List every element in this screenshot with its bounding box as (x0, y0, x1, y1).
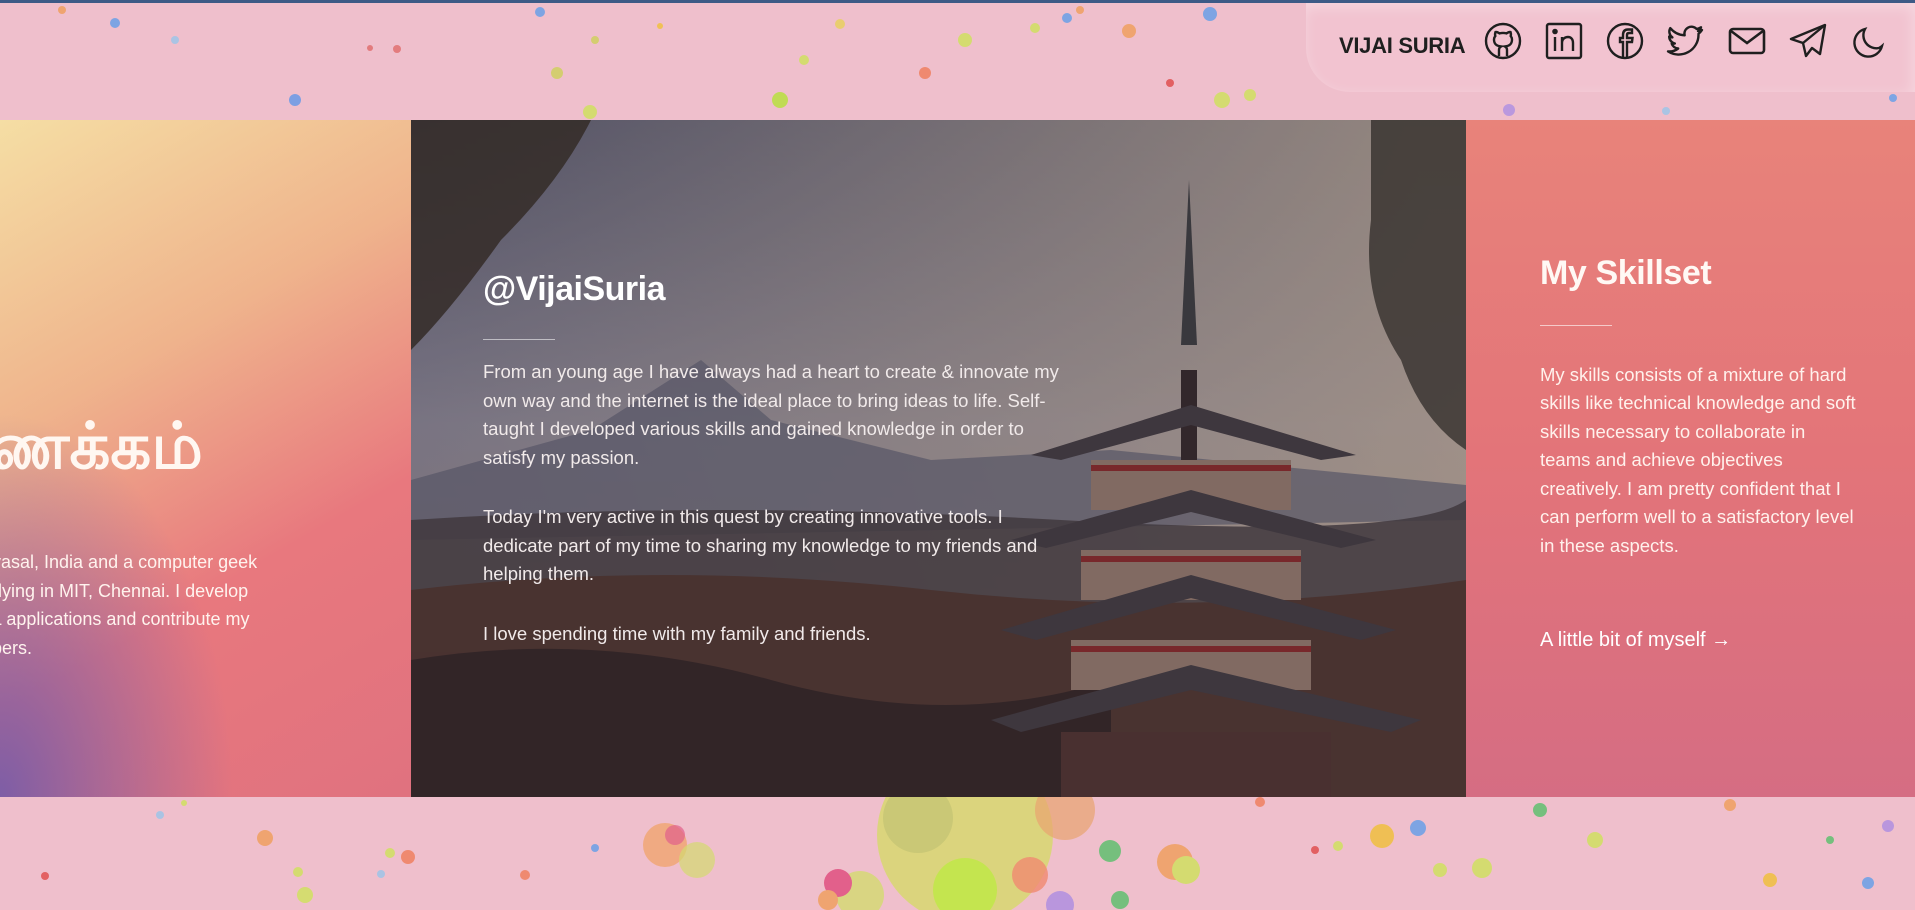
skillset-description: My skills consists of a mixture of hard … (1540, 363, 1856, 556)
intro-line: vasal, India and a computer geek (0, 552, 258, 572)
about-panel: @VijaiSuria From an young age I have alw… (411, 120, 1466, 797)
github-icon[interactable] (1482, 20, 1523, 62)
intro-line: L applications and contribute my (0, 609, 250, 629)
twitter-icon[interactable] (1665, 20, 1706, 62)
moon-icon[interactable] (1848, 20, 1889, 62)
brand-name[interactable]: VIJAI SURIA (1339, 33, 1466, 59)
intro-text: vasal, India and a computer geek dying i… (0, 548, 322, 662)
handle-heading: @VijaiSuria (483, 270, 666, 308)
welcome-heading: ணக்கம் (0, 410, 203, 484)
mail-icon[interactable] (1726, 20, 1767, 62)
telegram-icon[interactable] (1787, 20, 1828, 62)
welcome-panel: ணக்கம் vasal, India and a computer geek … (0, 120, 411, 797)
divider (1540, 325, 1612, 326)
about-content: @VijaiSuria From an young age I have alw… (483, 270, 1073, 679)
divider (483, 339, 555, 340)
facebook-icon[interactable] (1604, 20, 1645, 62)
about-paragraph: From an young age I have always had a he… (483, 361, 1059, 468)
skillset-panel: My Skillset My skills consists of a mixt… (1466, 120, 1915, 797)
about-me-link[interactable]: A little bit of myself → (1540, 629, 1731, 652)
about-paragraph: I love spending time with my family and … (483, 622, 871, 644)
intro-line: pers. (0, 637, 33, 658)
intro-line: dying in MIT, Chennai. I develop (0, 580, 249, 601)
skillset-heading: My Skillset (1540, 254, 1712, 292)
linkedin-icon[interactable] (1543, 20, 1584, 62)
social-nav (1482, 20, 1889, 62)
about-paragraph: Today I'm very active in this quest by c… (483, 506, 1038, 584)
